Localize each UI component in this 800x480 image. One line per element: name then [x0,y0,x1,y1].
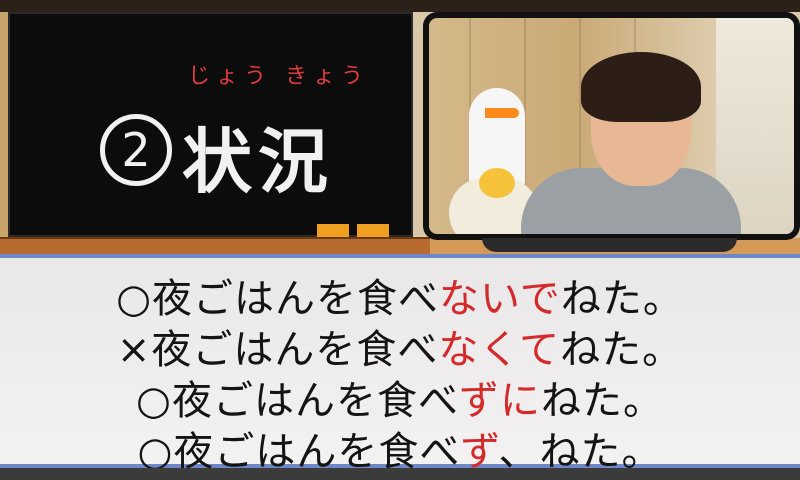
example-sentence: ○夜ごはんを食べないでねた。 [0,266,800,324]
chalkboard-heading: 状況 [182,121,334,203]
bottom-edge [0,468,800,480]
sentence-mark: ○ [116,276,153,322]
top-edge [0,0,800,12]
sentence-end: ねた。 [560,327,684,373]
sentence-mark: × [116,327,152,373]
sentence-end: ねた。 [560,276,684,322]
chick-plush-icon [479,168,515,198]
sentence-end: ねた。 [540,378,664,424]
sentence-highlight: ずに [458,378,541,424]
example-sentence: ×夜ごはんを食べなくてねた。 [0,317,800,375]
monitor-stand [482,238,737,252]
sentence-mark: ○ [136,378,172,424]
sentence-highlight: ないで [439,276,561,322]
example-sentence: ○夜ごはんを食べずにねた。 [0,368,800,426]
chalkboard: じょう きょう 2 状況 [8,12,413,244]
video-feed [429,18,794,234]
furigana-reading: じょう きょう [188,64,369,89]
sentence-base: 夜ごはんを食べ [151,327,439,373]
sentence-base: 夜ごはんを食べ [152,276,440,322]
sentence-highlight: なくて [438,327,561,373]
carrot-nose-icon [485,108,519,118]
video-monitor [423,12,800,240]
circled-number: 2 [100,114,172,186]
presenter-hair [581,52,701,122]
example-sentences-panel: ○夜ごはんを食べないでねた。 ×夜ごはんを食べなくてねた。 ○夜ごはんを食べずに… [0,254,800,475]
sentence-base: 夜ごはんを食べ [171,378,459,424]
